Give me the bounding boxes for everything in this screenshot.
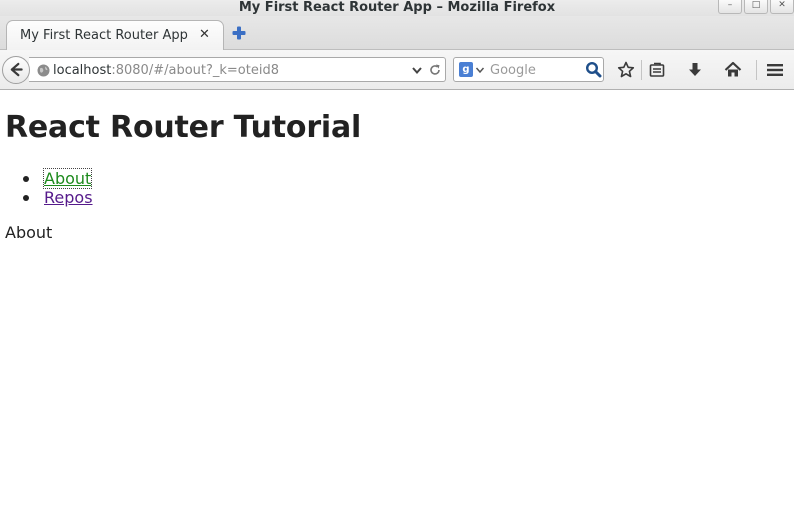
tab-label: My First React Router App <box>20 28 188 43</box>
navigation-toolbar: localhost:8080/#/about?_k=oteid8 g <box>0 50 794 90</box>
url-path: :8080/#/about?_k=oteid8 <box>111 63 279 78</box>
search-bar[interactable]: g <box>453 57 604 82</box>
nav-link-about[interactable]: About <box>42 168 93 189</box>
search-input[interactable] <box>490 61 580 79</box>
page-content: React Router Tutorial About Repos About <box>0 91 794 521</box>
tab-close-icon[interactable]: ✕ <box>199 27 210 42</box>
tab-active[interactable]: My First React Router App ✕ <box>6 20 224 51</box>
url-dropdown-icon[interactable] <box>411 64 423 76</box>
tab-strip: My First React Router App ✕ <box>0 16 794 51</box>
close-window-button[interactable]: ✕ <box>770 0 794 14</box>
new-tab-plus-icon[interactable] <box>231 25 247 41</box>
window-title: My First React Router App – Mozilla Fire… <box>238 0 556 15</box>
search-engine-icon[interactable]: g <box>459 62 473 77</box>
toolbar-separator <box>756 60 757 80</box>
magnifier-icon[interactable] <box>585 61 602 78</box>
page-title: React Router Tutorial <box>5 110 362 145</box>
list-bullet <box>23 176 29 182</box>
back-icon <box>10 62 23 77</box>
maximize-button[interactable]: □ <box>744 0 768 14</box>
list-bullet <box>23 195 29 201</box>
url-host: localhost <box>53 63 112 78</box>
globe-icon <box>37 64 50 77</box>
download-icon[interactable] <box>685 60 705 80</box>
home-icon[interactable] <box>723 60 743 80</box>
search-engine-chevron-icon[interactable] <box>475 65 485 75</box>
url-text[interactable]: localhost:8080/#/about?_k=oteid8 <box>53 63 279 78</box>
bookmark-star-icon[interactable] <box>616 60 636 80</box>
minimize-button[interactable]: – <box>718 0 742 14</box>
toolbar-separator <box>641 60 642 80</box>
route-view-text: About <box>5 223 53 242</box>
nav-link-repos[interactable]: Repos <box>44 188 93 207</box>
menu-icon[interactable] <box>765 60 785 80</box>
reload-icon[interactable] <box>428 63 442 77</box>
window-titlebar: My First React Router App – Mozilla Fire… <box>0 0 794 16</box>
reading-list-icon[interactable] <box>647 60 667 80</box>
url-bar[interactable]: localhost:8080/#/about?_k=oteid8 <box>29 57 446 82</box>
back-button[interactable] <box>2 56 30 84</box>
